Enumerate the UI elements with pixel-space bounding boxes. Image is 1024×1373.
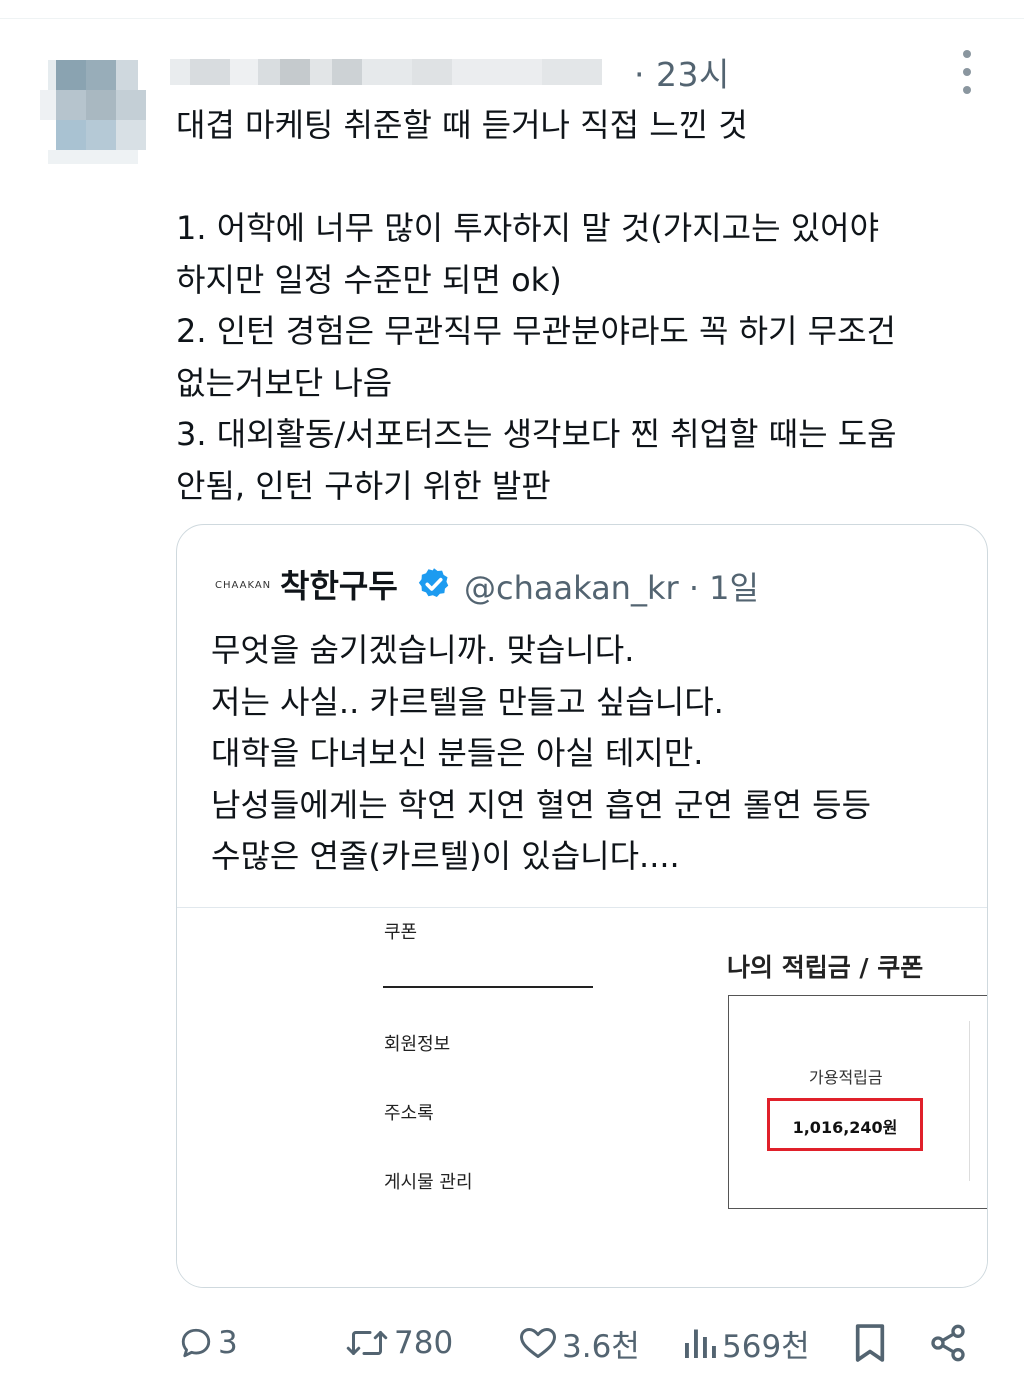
action-bar: 3 780 3.6천 569천 bbox=[0, 1318, 1024, 1368]
quote-author-handle[interactable]: @chaakan_kr · 1일 bbox=[464, 563, 759, 609]
view-count: 569천 bbox=[722, 1328, 810, 1365]
views-button[interactable]: 569천 bbox=[682, 1318, 810, 1368]
tweet-text: 대겹 마케팅 취준할 때 듣거나 직접 느낀 것 1. 어학에 너무 많이 투자… bbox=[176, 100, 996, 512]
like-count: 3.6천 bbox=[562, 1328, 640, 1365]
quote-media-image[interactable]: 쿠폰 회원정보 주소록 게시물 관리 나의 적립금 / 쿠폰 가용적립금 1,0… bbox=[177, 907, 987, 1287]
quote-line: 대학을 다녀보신 분들은 아실 테지만. bbox=[211, 734, 704, 772]
like-button[interactable]: 3.6천 bbox=[518, 1318, 640, 1368]
share-icon bbox=[931, 1324, 965, 1362]
tweet-timestamp[interactable]: · 23시 bbox=[634, 48, 730, 96]
tweet-line: 안됨, 인턴 구하기 위한 발판 bbox=[176, 466, 551, 505]
views-chart-icon bbox=[685, 1329, 716, 1358]
media-menu-address-book: 주소록 bbox=[384, 1103, 434, 1124]
quote-line: 저는 사실.. 카르텔을 만들고 싶습니다. bbox=[211, 682, 724, 721]
share-button[interactable] bbox=[928, 1318, 968, 1368]
media-balance-box: 가용적립금 1,016,240원 bbox=[728, 995, 987, 1209]
quote-author-logo[interactable]: CHAAKAN bbox=[215, 580, 271, 591]
tweet-line: 없는거보단 나음 bbox=[176, 363, 393, 402]
tweet-line: 1. 어학에 너무 많이 투자하지 말 것(가지고는 있어야 bbox=[176, 209, 880, 247]
quote-line: 무엇을 숨기겠습니까. 맞습니다. bbox=[211, 631, 635, 669]
tweet-page: · 23시 대겹 마케팅 취준할 때 듣거나 직접 느낀 것 1. 어학에 너무… bbox=[0, 0, 1024, 1373]
reply-button[interactable]: 3 bbox=[178, 1318, 238, 1368]
tweet-line: 대겹 마케팅 취준할 때 듣거나 직접 느낀 것 bbox=[176, 106, 748, 144]
media-menu-posts: 게시물 관리 bbox=[384, 1172, 473, 1193]
top-divider bbox=[0, 18, 1024, 19]
media-section-title: 나의 적립금 / 쿠폰 bbox=[727, 953, 924, 982]
bookmark-button[interactable] bbox=[852, 1318, 888, 1368]
verified-badge-icon bbox=[418, 568, 449, 598]
quote-text: 무엇을 숨기겠습니까. 맞습니다. 저는 사실.. 카르텔을 만들고 싶습니다.… bbox=[211, 625, 971, 883]
tweet-line: 3. 대외활동/서포터즈는 생각보다 찐 취업할 때는 도움 bbox=[176, 415, 897, 453]
avatar[interactable] bbox=[40, 60, 146, 164]
media-menu-coupon: 쿠폰 bbox=[384, 922, 418, 943]
retweet-count: 780 bbox=[394, 1325, 454, 1361]
tweet-line bbox=[176, 152, 996, 204]
more-options-icon[interactable] bbox=[950, 50, 984, 94]
reply-icon bbox=[181, 1328, 211, 1358]
media-menu-member-info: 회원정보 bbox=[384, 1034, 451, 1055]
media-box-divider bbox=[969, 1021, 970, 1181]
tweet-line: 2. 인턴 경험은 무관직무 무관분야라도 꼭 하기 무조건 bbox=[176, 312, 896, 350]
bookmark-icon bbox=[855, 1324, 885, 1362]
author-name-blurred[interactable] bbox=[170, 55, 640, 90]
heart-icon bbox=[520, 1328, 556, 1358]
reply-count: 3 bbox=[218, 1325, 238, 1361]
retweet-icon bbox=[346, 1331, 388, 1355]
quote-line: 수많은 연줄(카르텔)이 있습니다.... bbox=[211, 837, 680, 875]
retweet-button[interactable]: 780 bbox=[344, 1318, 453, 1368]
media-balance-value: 1,016,240원 bbox=[792, 1118, 898, 1137]
tweet-line: 하지만 일정 수준만 되면 ok) bbox=[176, 260, 562, 299]
media-highlight-box: 1,016,240원 bbox=[767, 1098, 923, 1151]
quote-line: 남성들에게는 학연 지연 혈연 흡연 군연 롤연 등등 bbox=[211, 785, 872, 824]
quoted-tweet-card[interactable]: CHAAKAN 착한구두 @chaakan_kr · 1일 무엇을 숨기겠습니까… bbox=[176, 524, 988, 1288]
quote-author-name[interactable]: 착한구두 bbox=[280, 561, 398, 607]
media-underline bbox=[383, 986, 593, 988]
media-balance-label: 가용적립금 bbox=[809, 1068, 883, 1087]
